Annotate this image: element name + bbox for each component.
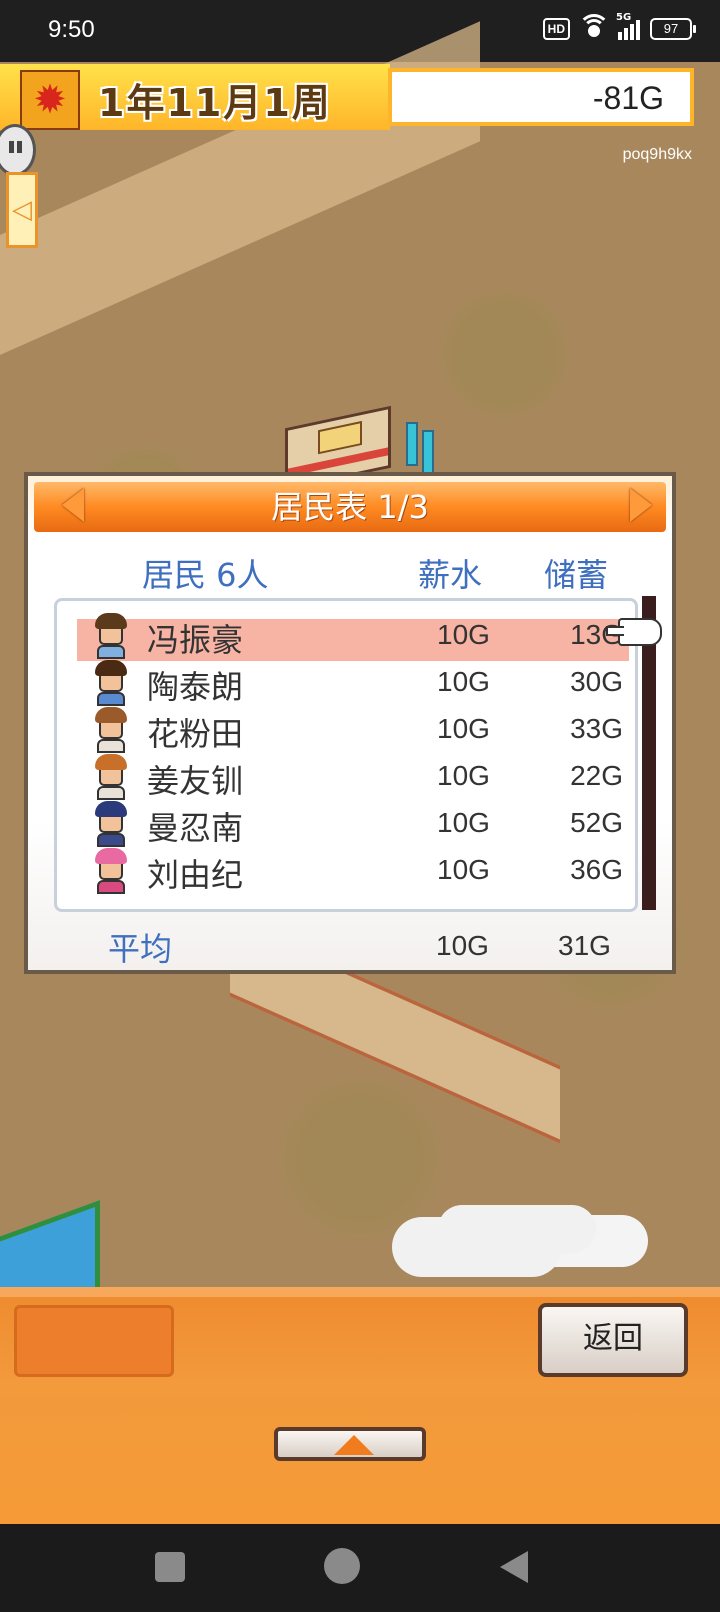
maple-leaf-icon: ✹ [20, 70, 80, 130]
signal-icon: 5G [616, 12, 640, 40]
resident-row[interactable]: 冯振豪 10G 13G [77, 613, 629, 661]
battery-icon: 97 [650, 18, 696, 40]
resident-savings: 33G [570, 713, 623, 744]
up-arrow-icon [334, 1435, 374, 1455]
flags-decoration [406, 422, 442, 474]
back-nav-icon[interactable] [500, 1551, 528, 1583]
resident-savings: 52G [570, 807, 623, 838]
resident-row[interactable]: 花粉田 10G 33G [77, 707, 629, 755]
resident-name: 陶泰朗 [147, 668, 244, 706]
bottom-panel: 返回 [0, 1287, 720, 1524]
resident-row[interactable]: 姜友钏 10G 22G [77, 754, 629, 802]
resident-salary: 10G [437, 619, 490, 650]
resident-salary: 10G [437, 713, 490, 744]
dialog-header: 居民表 1/3 [34, 482, 666, 532]
dialog-title: 居民表 1/3 [271, 488, 429, 526]
money-display: -81G [388, 68, 694, 126]
resident-avatar-icon [91, 801, 131, 849]
back-button[interactable]: 返回 [538, 1303, 688, 1377]
resident-avatar-icon [91, 613, 131, 661]
residents-dialog: 居民表 1/3 居民 6人 薪水 储蓄 冯振豪 10G 13G 陶泰朗 10G 30G 花粉… [24, 472, 676, 974]
resident-avatar-icon [91, 707, 131, 755]
wifi-icon [578, 14, 610, 40]
navigation-bar [0, 1524, 720, 1612]
resident-salary: 10G [437, 666, 490, 697]
resident-name: 刘由纪 [147, 856, 244, 894]
resident-name: 花粉田 [147, 715, 244, 753]
next-page-icon[interactable] [630, 488, 652, 522]
side-menu-arrow-icon[interactable]: ◁ [6, 172, 38, 248]
clock: 9:50 [48, 16, 95, 43]
money-value: -81G [592, 80, 664, 116]
resident-avatar-icon [91, 848, 131, 896]
resident-row[interactable]: 陶泰朗 10G 30G [77, 660, 629, 708]
expand-menu-button[interactable] [274, 1427, 426, 1461]
user-id: poq9h9kx [622, 146, 692, 163]
savings-header: 储蓄 [544, 556, 609, 594]
resident-salary: 10G [437, 854, 490, 885]
average-label: 平均 [108, 930, 173, 968]
resident-name: 姜友钏 [147, 762, 244, 800]
network-type: 5G [616, 12, 632, 23]
resident-savings: 22G [570, 760, 623, 791]
hd-icon: HD [542, 18, 570, 40]
resident-savings: 30G [570, 666, 623, 697]
resident-row[interactable]: 曼忍南 10G 52G [77, 801, 629, 849]
resident-avatar-icon [91, 660, 131, 708]
hand-pointer-icon [606, 618, 662, 646]
prev-page-icon[interactable] [62, 488, 84, 522]
resident-savings: 36G [570, 854, 623, 885]
resident-salary: 10G [437, 760, 490, 791]
salary-header: 薪水 [418, 556, 483, 594]
home-icon[interactable] [324, 1548, 360, 1584]
resident-salary: 10G [437, 807, 490, 838]
residents-list[interactable]: 冯振豪 10G 13G 陶泰朗 10G 30G 花粉田 10G 33G 姜友钏 10G 22G 曼忍南 1… [54, 598, 638, 912]
cloud [392, 1217, 562, 1277]
average-savings: 31G [558, 930, 611, 961]
resident-name: 曼忍南 [147, 809, 244, 847]
resident-name: 冯振豪 [147, 621, 244, 659]
info-slot [14, 1305, 174, 1377]
recents-icon[interactable] [155, 1552, 185, 1582]
game-date: 1年11月1周 [98, 81, 332, 125]
residents-count-header: 居民 6人 [142, 556, 269, 594]
resident-row[interactable]: 刘由纪 10G 36G [77, 848, 629, 896]
resident-avatar-icon [91, 754, 131, 802]
status-bar: 9:50 HD 5G 97 [0, 0, 720, 62]
average-salary: 10G [436, 930, 489, 961]
